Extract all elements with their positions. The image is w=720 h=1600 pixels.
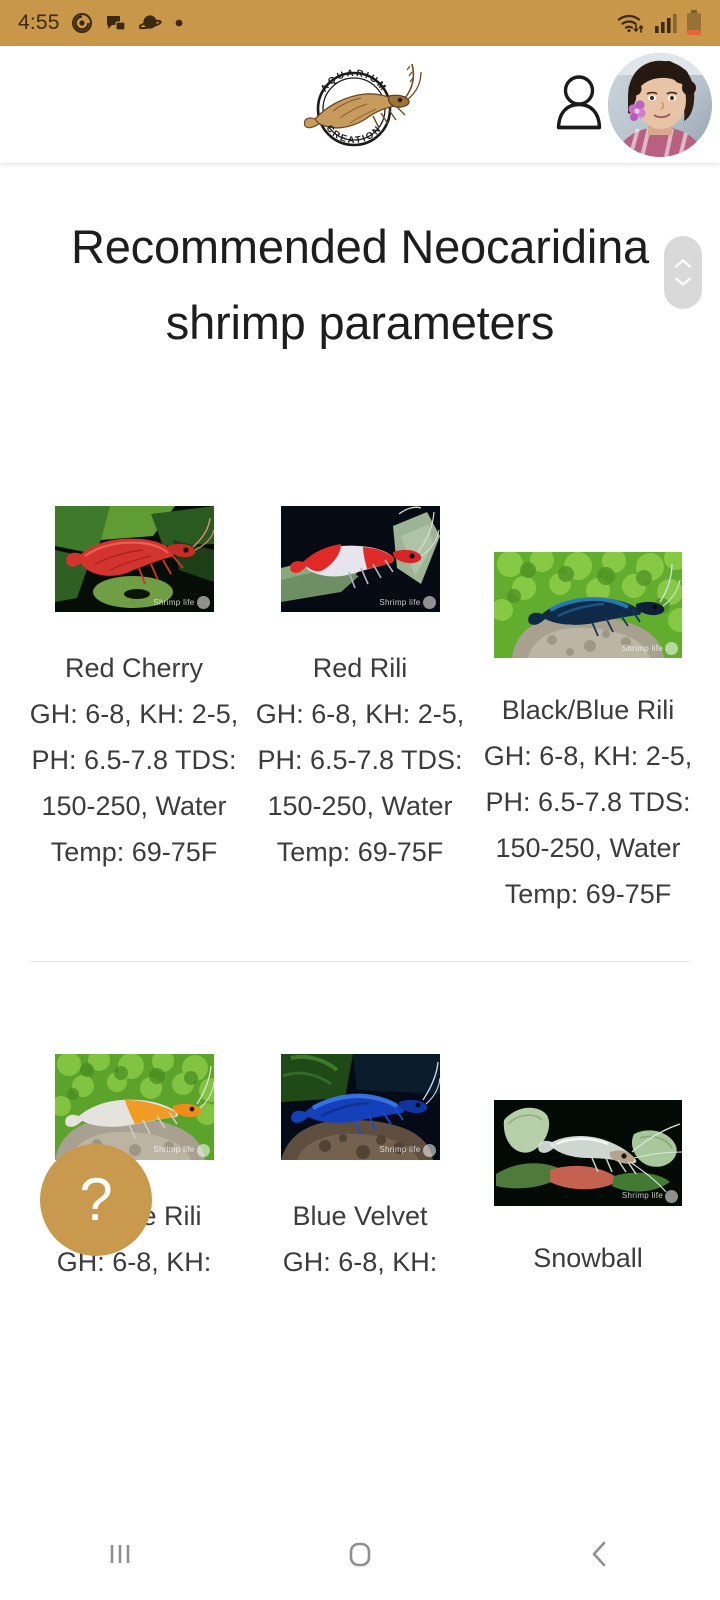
battery-icon xyxy=(687,10,701,35)
snowball-shrimp-photo[interactable]: Shrimp life xyxy=(494,1099,682,1206)
shrimp-spec: GH: 6-8, KH: xyxy=(282,1246,438,1277)
scroll-to-top-bottom-widget[interactable] xyxy=(664,236,702,309)
home-icon xyxy=(349,1542,371,1567)
image-watermark: Shrimp life xyxy=(379,1143,436,1157)
shrimp-spec: GH: 6-8, KH: xyxy=(56,1246,212,1277)
help-floating-action-button[interactable]: ? xyxy=(40,1144,152,1256)
saturn-notification-icon xyxy=(138,15,162,30)
shrimp-card-blue-velvet[interactable]: Shrimp life Blue Velvet GH: 6-8, KH: xyxy=(254,1053,466,1286)
shrimp-card-caption: Red Rili GH: 6-8, KH: 2-5, PH: 6.5-7.8 T… xyxy=(254,646,466,875)
phone-screen: 4:55 AQUARIUM CREATION Recommended Neoca… xyxy=(0,0,720,1600)
shrimp-name: Blue Velvet xyxy=(292,1200,428,1231)
shrimp-spec: GH: 6-8, KH: 2-5, PH: 6.5-7.8 TDS: 150-2… xyxy=(255,699,465,867)
watermark-dot-icon xyxy=(665,642,678,656)
shrimp-card-snowball[interactable]: Shrimp life Snowball xyxy=(482,1054,694,1282)
app-header: AQUARIUM CREATION xyxy=(0,46,720,163)
android-navigation-bar xyxy=(0,1508,720,1600)
watermark-dot-icon xyxy=(422,1143,436,1157)
spiral-notification-icon xyxy=(71,13,92,33)
shrimp-card-red-rili[interactable]: Shrimp life Red Rili GH: 6-8, KH: 2-5, P… xyxy=(254,506,466,875)
chevron-down-icon[interactable] xyxy=(673,275,693,288)
wifi-icon xyxy=(617,14,644,33)
shrimp-card-black-blue-rili[interactable]: Shrimp life Black/Blue Rili GH: 6-8, KH:… xyxy=(482,506,694,917)
dot-notification-icon xyxy=(175,19,183,27)
shrimp-name: Red Rili xyxy=(312,653,408,684)
aquarium-creation-logo[interactable]: AQUARIUM CREATION xyxy=(296,55,424,155)
recents-button[interactable] xyxy=(60,1508,180,1600)
blue-velvet-shrimp-photo[interactable]: Shrimp life xyxy=(280,1053,440,1160)
image-watermark: Shrimp life xyxy=(379,596,436,610)
recents-icon xyxy=(110,1545,130,1563)
cellular-signal-icon xyxy=(655,14,677,33)
watermark-dot-icon xyxy=(196,1143,210,1157)
shrimp-name: Black/Blue Rili xyxy=(501,695,675,726)
home-button[interactable] xyxy=(300,1508,420,1600)
red-cherry-shrimp-photo[interactable]: Shrimp life xyxy=(54,506,214,613)
shrimp-card-caption: Blue Velvet GH: 6-8, KH: xyxy=(254,1194,466,1286)
account-person-icon[interactable] xyxy=(553,73,605,136)
section-divider xyxy=(30,960,690,962)
orange-rili-shrimp-photo[interactable]: Shrimp life xyxy=(54,1053,214,1160)
page-content: Recommended Neocaridina shrimp parameter… xyxy=(0,163,720,1600)
user-avatar-photo[interactable] xyxy=(608,52,712,157)
back-icon xyxy=(592,1541,606,1567)
watermark-dot-icon xyxy=(665,1189,678,1203)
logo-svg: AQUARIUM CREATION xyxy=(303,63,422,146)
image-watermark: Shrimp life xyxy=(153,1143,210,1157)
status-bar-right xyxy=(616,10,702,36)
image-watermark: Shrimp life xyxy=(622,642,678,656)
page-title: Recommended Neocaridina shrimp parameter… xyxy=(71,220,649,350)
watermark-dot-icon xyxy=(196,596,210,610)
back-button[interactable] xyxy=(540,1508,660,1600)
shrimp-name: Snowball xyxy=(533,1242,643,1273)
shrimp-card-row-1: Shrimp life Red Cherry GH: 6-8, KH: 2-5,… xyxy=(0,506,720,917)
status-bar-left: 4:55 xyxy=(18,11,184,35)
red-rili-shrimp-photo[interactable]: Shrimp life xyxy=(280,506,440,613)
image-watermark: Shrimp life xyxy=(622,1189,678,1203)
chevron-up-icon[interactable] xyxy=(673,257,693,270)
status-bar-clock: 4:55 xyxy=(18,11,60,34)
status-bar: 4:55 xyxy=(0,0,720,46)
watermark-dot-icon xyxy=(422,596,436,610)
shrimp-card-caption: Red Cherry GH: 6-8, KH: 2-5, PH: 6.5-7.8… xyxy=(28,646,240,875)
shrimp-card-caption: Snowball xyxy=(482,1236,694,1282)
shrimp-spec: GH: 6-8, KH: 2-5, PH: 6.5-7.8 TDS: 150-2… xyxy=(29,699,239,867)
messaging-notification-icon xyxy=(106,16,126,31)
shrimp-spec: GH: 6-8, KH: 2-5, PH: 6.5-7.8 TDS: 150-2… xyxy=(483,741,693,909)
shrimp-card-caption: Black/Blue Rili GH: 6-8, KH: 2-5, PH: 6.… xyxy=(482,688,694,917)
help-question-mark-icon: ? xyxy=(79,1166,113,1233)
black-blue-rili-shrimp-photo[interactable]: Shrimp life xyxy=(494,552,682,659)
shrimp-name: Red Cherry xyxy=(64,653,204,684)
image-watermark: Shrimp life xyxy=(153,596,210,610)
shrimp-card-red-cherry[interactable]: Shrimp life Red Cherry GH: 6-8, KH: 2-5,… xyxy=(28,506,240,875)
